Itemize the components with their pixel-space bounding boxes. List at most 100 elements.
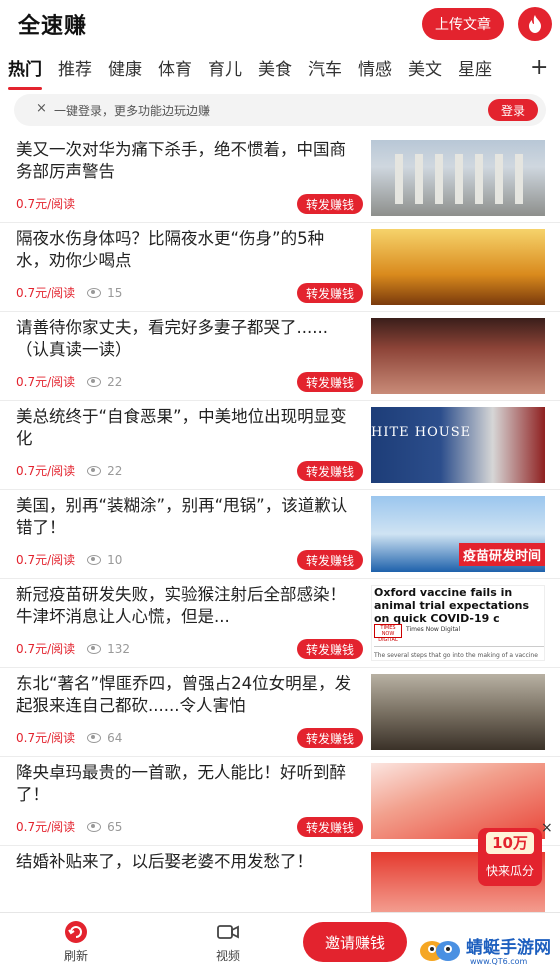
upload-article-button[interactable]: 上传文章 — [422, 8, 504, 40]
banner-close-button[interactable]: × — [36, 101, 47, 116]
refresh-icon — [65, 921, 87, 943]
tab-cars[interactable]: 汽车 — [308, 54, 342, 86]
promo-close-button[interactable]: × — [541, 820, 553, 836]
reward-rate: 0.7元/阅读 — [16, 820, 76, 834]
tab-recommend[interactable]: 推荐 — [58, 54, 92, 86]
share-earn-button[interactable]: 转发赚钱 — [297, 817, 363, 837]
divider — [374, 646, 544, 647]
article-meta: 0.7元/阅读 132 — [16, 640, 130, 657]
article-title[interactable]: 美总统终于“自食恶果”，中美地位出现明显变化 — [16, 406, 356, 450]
list-item[interactable]: 新冠疫苗研发失败，实验猴注射后全部感染！牛津坏消息让人心慌，但是... 0.7元… — [0, 579, 560, 668]
article-title[interactable]: 结婚补贴来了，以后娶老婆不用发愁了！ — [16, 851, 356, 873]
article-meta: 0.7元/阅读 22 — [16, 462, 122, 479]
eye-icon — [87, 554, 102, 565]
article-title[interactable]: 请善待你家丈夫，看完好多妻子都哭了......（认真读一读） — [16, 317, 356, 361]
reward-rate: 0.7元/阅读 — [16, 375, 76, 389]
article-thumbnail[interactable] — [371, 229, 545, 305]
bottom-nav: 刷新 视频 邀请赚钱 蜻蜓手游网 www.QT6.com — [0, 912, 560, 970]
tab-horoscope[interactable]: 星座 — [458, 54, 492, 86]
share-earn-button[interactable]: 转发赚钱 — [297, 372, 363, 392]
tab-essays[interactable]: 美文 — [408, 54, 442, 86]
promo-amount: 10万 — [486, 832, 534, 854]
article-meta: 0.7元/阅读 22 — [16, 373, 122, 390]
banner-text: 一键登录，更多功能边玩边赚 — [54, 104, 211, 118]
watermark-name: 蜻蜓手游网 — [466, 938, 551, 958]
reward-rate: 0.7元/阅读 — [16, 286, 76, 300]
view-count: 132 — [87, 642, 130, 656]
view-count: 15 — [87, 286, 122, 300]
article-thumbnail[interactable] — [371, 318, 545, 394]
share-earn-button[interactable]: 转发赚钱 — [297, 283, 363, 303]
app-title: 全速赚 — [18, 14, 88, 39]
video-camera-icon — [217, 925, 239, 939]
article-title[interactable]: 降央卓玛最贵的一首歌，无人能比！好听到醉了！ — [16, 762, 356, 806]
view-count: 64 — [87, 731, 122, 745]
tab-sports[interactable]: 体育 — [158, 54, 192, 86]
dragonfly-logo-icon — [420, 941, 460, 961]
article-title[interactable]: 隔夜水伤身体吗？比隔夜水更“伤身”的5种水，劝你少喝点 — [16, 228, 356, 272]
nav-refresh[interactable]: 刷新 — [46, 917, 106, 964]
nav-video-label: 视频 — [215, 949, 240, 963]
watermark-url: www.QT6.com — [470, 957, 528, 966]
tab-parenting[interactable]: 育儿 — [208, 54, 242, 86]
nav-refresh-label: 刷新 — [63, 949, 88, 963]
news-logo: TIMES NOW DIGITAL — [374, 624, 402, 643]
share-earn-button[interactable]: 转发赚钱 — [297, 461, 363, 481]
list-item[interactable]: 美又一次对华为痛下杀手，绝不惯着，中国商务部厉声警告 0.7元/阅读 转发赚钱 — [0, 134, 560, 223]
thumbnail-source: Times Now Digital — [406, 626, 461, 633]
tab-health[interactable]: 健康 — [108, 54, 142, 86]
article-thumbnail[interactable]: HITE HOUSE — [371, 407, 545, 483]
article-title[interactable]: 美又一次对华为痛下杀手，绝不惯着，中国商务部厉声警告 — [16, 139, 356, 183]
nav-video[interactable]: 视频 — [198, 917, 258, 964]
article-title[interactable]: 东北“著名”悍匪乔四，曾强占24位女明星，发起狠来连自己都砍......令人害怕 — [16, 673, 356, 717]
tab-food[interactable]: 美食 — [258, 54, 292, 86]
article-thumbnail[interactable]: 疫苗研发时间 — [371, 496, 545, 572]
view-count: 65 — [87, 820, 122, 834]
flame-icon — [529, 15, 541, 33]
reward-rate: 0.7元/阅读 — [16, 731, 76, 745]
tab-emotion[interactable]: 情感 — [358, 54, 392, 86]
add-tab-button[interactable]: + — [530, 54, 548, 82]
login-banner: × 一键登录，更多功能边玩边赚 登录 — [14, 94, 546, 126]
login-button[interactable]: 登录 — [488, 99, 538, 121]
thumbnail-footer: The several steps that go into the makin… — [374, 652, 538, 660]
article-list: 美又一次对华为痛下杀手，绝不惯着，中国商务部厉声警告 0.7元/阅读 转发赚钱 … — [0, 134, 560, 935]
site-watermark: 蜻蜓手游网 www.QT6.com — [418, 933, 560, 970]
view-count: 10 — [87, 553, 122, 567]
header: 全速赚 上传文章 — [0, 0, 560, 48]
share-earn-button[interactable]: 转发赚钱 — [297, 194, 363, 214]
hot-fire-button[interactable] — [518, 7, 552, 41]
list-item[interactable]: 隔夜水伤身体吗？比隔夜水更“伤身”的5种水，劝你少喝点 0.7元/阅读 15 转… — [0, 223, 560, 312]
reward-rate: 0.7元/阅读 — [16, 464, 76, 478]
share-earn-button[interactable]: 转发赚钱 — [297, 550, 363, 570]
category-tabs: 热门 推荐 健康 体育 育儿 美食 汽车 情感 美文 星座 — [0, 52, 560, 90]
eye-icon — [87, 821, 102, 832]
promo-text: 快来瓜分 — [485, 864, 534, 878]
article-thumbnail[interactable] — [371, 674, 545, 750]
reward-rate: 0.7元/阅读 — [16, 553, 76, 567]
article-thumbnail[interactable] — [371, 140, 545, 216]
list-item[interactable]: 东北“著名”悍匪乔四，曾强占24位女明星，发起狠来连自己都砍......令人害怕… — [0, 668, 560, 757]
list-item[interactable]: 美国，别再“装糊涂”，别再“甩锅”，该道歉认错了！ 0.7元/阅读 10 转发赚… — [0, 490, 560, 579]
list-item[interactable]: 请善待你家丈夫，看完好多妻子都哭了......（认真读一读） 0.7元/阅读 2… — [0, 312, 560, 401]
article-meta: 0.7元/阅读 64 — [16, 729, 122, 746]
article-meta: 0.7元/阅读 10 — [16, 551, 122, 568]
article-title[interactable]: 美国，别再“装糊涂”，别再“甩锅”，该道歉认错了！ — [16, 495, 356, 539]
thumbnail-headline: Oxford vaccine fails in animal trial exp… — [374, 586, 530, 625]
tab-hot[interactable]: 热门 — [8, 54, 42, 90]
red-packet-promo[interactable]: 10万 快来瓜分 — [478, 828, 542, 890]
eye-icon — [87, 643, 102, 654]
view-count: 22 — [87, 464, 122, 478]
invite-earn-button[interactable]: 邀请赚钱 — [303, 922, 407, 962]
share-earn-button[interactable]: 转发赚钱 — [297, 639, 363, 659]
article-thumbnail[interactable]: Oxford vaccine fails in animal trial exp… — [371, 585, 545, 661]
article-title[interactable]: 新冠疫苗研发失败，实验猴注射后全部感染！牛津坏消息让人心慌，但是... — [16, 584, 356, 628]
list-item[interactable]: 降央卓玛最贵的一首歌，无人能比！好听到醉了！ 0.7元/阅读 65 转发赚钱 — [0, 757, 560, 846]
article-meta: 0.7元/阅读 65 — [16, 818, 122, 835]
list-item[interactable]: 美总统终于“自食恶果”，中美地位出现明显变化 0.7元/阅读 22 转发赚钱 H… — [0, 401, 560, 490]
thumbnail-caption: HITE HOUSE — [371, 425, 472, 440]
reward-rate: 0.7元/阅读 — [16, 197, 76, 211]
thumbnail-caption: 疫苗研发时间 — [458, 543, 545, 566]
article-meta: 0.7元/阅读 — [16, 195, 75, 212]
share-earn-button[interactable]: 转发赚钱 — [297, 728, 363, 748]
